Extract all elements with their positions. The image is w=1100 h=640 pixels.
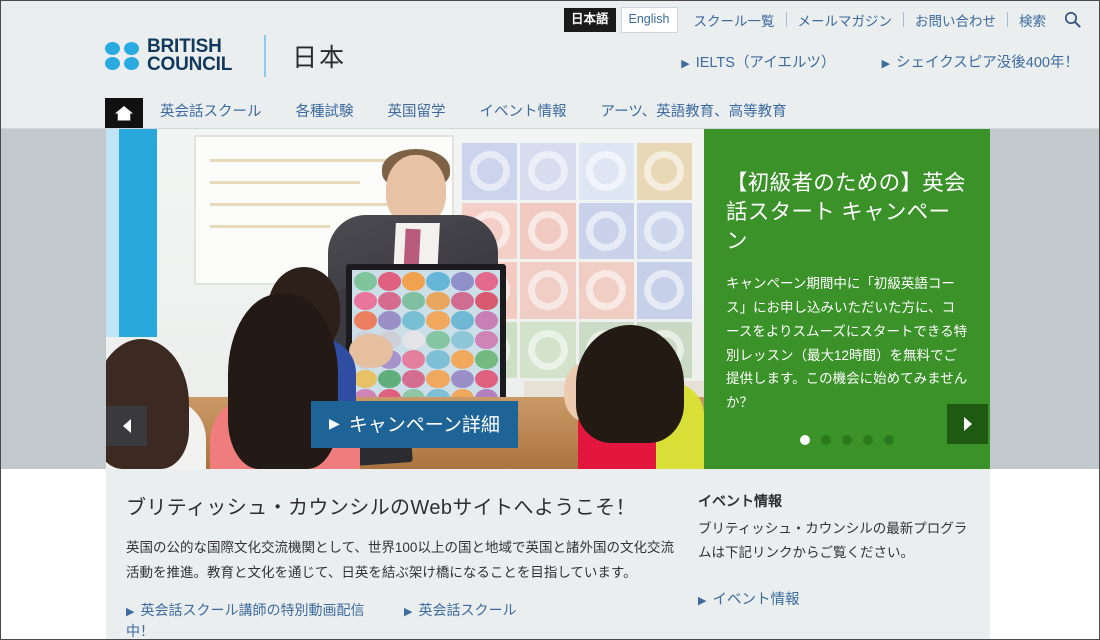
link-english-school[interactable]: ▶ 英会話スクール	[404, 600, 516, 640]
search-icon[interactable]	[1064, 11, 1081, 28]
triangle-bullet-icon: ▶	[681, 57, 689, 70]
welcome-description: 英国の公的な国際文化交流機関として、世界100以上の国と地域で英国と諸外国の文化…	[126, 536, 678, 586]
triangle-bullet-icon: ▶	[126, 605, 134, 621]
british-council-dots-icon	[105, 42, 141, 70]
chevron-right-icon	[961, 416, 975, 432]
triangle-bullet-icon: ▶	[404, 605, 412, 621]
link-teacher-video[interactable]: ▶英会話スクール講師の特別動画配信中！	[126, 600, 378, 640]
promo-link-shakespeare-label: シェイクスピア没後400年！	[896, 55, 1079, 71]
logo-divider	[264, 35, 266, 77]
logo-wordmark: BRITISH COUNCIL	[147, 38, 232, 74]
play-triangle-icon: ▶	[329, 415, 340, 432]
carousel-dot-2[interactable]	[821, 435, 831, 445]
utility-link-search[interactable]: 検索	[1008, 10, 1057, 30]
logo-country-label: 日本	[292, 38, 346, 74]
promo-link-ielts[interactable]: ▶ IELTS（アイエルツ）	[681, 51, 835, 72]
hero-title: 【初級者のための】英会話スタート キャンペーン	[726, 169, 968, 255]
language-toggle-japanese[interactable]: 日本語	[564, 8, 616, 32]
nav-item-arts-education[interactable]: アーツ、英語教育、高等教育	[584, 100, 804, 128]
site-logo[interactable]: BRITISH COUNCIL 日本	[105, 35, 346, 77]
site-header: 日本語 English スクール一覧 メールマガジン お問い合わせ 検索 BRI…	[1, 1, 1099, 129]
chevron-left-icon	[120, 418, 134, 434]
carousel-prev-button[interactable]	[106, 406, 147, 446]
campaign-details-button[interactable]: ▶ キャンペーン詳細	[311, 401, 518, 448]
browser-page: 日本語 English スクール一覧 メールマガジン お問い合わせ 検索 BRI…	[0, 0, 1100, 640]
quick-links: ▶英会話スクール講師の特別動画配信中！ ▶英会話スクール	[126, 600, 678, 640]
hero-image-classroom: ▶ キャンペーン詳細	[106, 129, 704, 469]
main-content-area: ブリティッシュ・カウンシルのWebサイトへようこそ！ 英国の公的な国際文化交流機…	[1, 469, 1099, 640]
events-description: ブリティッシュ・カウンシルの最新プログラムは下記リンクからご覧ください。	[698, 517, 970, 564]
link-english-school-label: 英会話スクール	[418, 602, 516, 618]
promo-links: ▶ IELTS（アイエルツ） ▶ シェイクスピア没後400年！	[681, 51, 1079, 72]
page-title: ブリティッシュ・カウンシルのWebサイトへようこそ！	[126, 491, 678, 520]
triangle-bullet-icon: ▶	[698, 594, 706, 607]
utility-bar: 日本語 English スクール一覧 メールマガジン お問い合わせ 検索	[564, 7, 1081, 33]
nav-item-study-uk[interactable]: 英国留学	[371, 100, 463, 128]
link-teacher-video-label: 英会話スクール講師の特別動画配信中！	[126, 602, 364, 639]
carousel-dot-4[interactable]	[863, 435, 873, 445]
link-events-label: イベント情報	[712, 592, 799, 608]
utility-link-school-list[interactable]: スクール一覧	[683, 10, 786, 30]
utility-link-contact[interactable]: お問い合わせ	[904, 10, 1007, 30]
home-icon[interactable]	[105, 98, 143, 128]
main-navigation: 英会話スクール 各種試験 英国留学 イベント情報 アーツ、英語教育、高等教育	[105, 94, 804, 128]
link-events[interactable]: ▶ イベント情報	[698, 588, 970, 609]
nav-item-events[interactable]: イベント情報	[463, 100, 584, 128]
hero-carousel: ▶ キャンペーン詳細 【初級者のための】英会話スタート キャンペーン キャンペー…	[1, 129, 1099, 469]
logo-line-2: COUNCIL	[147, 54, 232, 75]
hero-description: キャンペーン期間中に「初級英語コース」にお申し込みいただいた方に、コースをよりス…	[726, 272, 968, 415]
utility-link-mail-magazine[interactable]: メールマガジン	[787, 10, 904, 30]
language-toggle-english[interactable]: English	[621, 7, 678, 33]
carousel-next-button[interactable]	[947, 404, 988, 444]
carousel-dot-3[interactable]	[842, 435, 852, 445]
promo-link-shakespeare[interactable]: ▶ シェイクスピア没後400年！	[882, 51, 1079, 72]
promo-link-ielts-label: IELTS（アイエルツ）	[696, 55, 836, 71]
events-heading: イベント情報	[698, 491, 970, 511]
carousel-dot-1[interactable]	[800, 435, 810, 445]
triangle-bullet-icon: ▶	[882, 57, 890, 70]
nav-item-exams[interactable]: 各種試験	[279, 100, 371, 128]
campaign-details-label: キャンペーン詳細	[349, 410, 500, 437]
carousel-dot-5[interactable]	[884, 435, 894, 445]
events-column: イベント情報 ブリティッシュ・カウンシルの最新プログラムは下記リンクからご覧くだ…	[698, 469, 990, 640]
nav-item-english-school[interactable]: 英会話スクール	[143, 100, 279, 128]
welcome-column: ブリティッシュ・カウンシルのWebサイトへようこそ！ 英国の公的な国際文化交流機…	[106, 469, 698, 640]
